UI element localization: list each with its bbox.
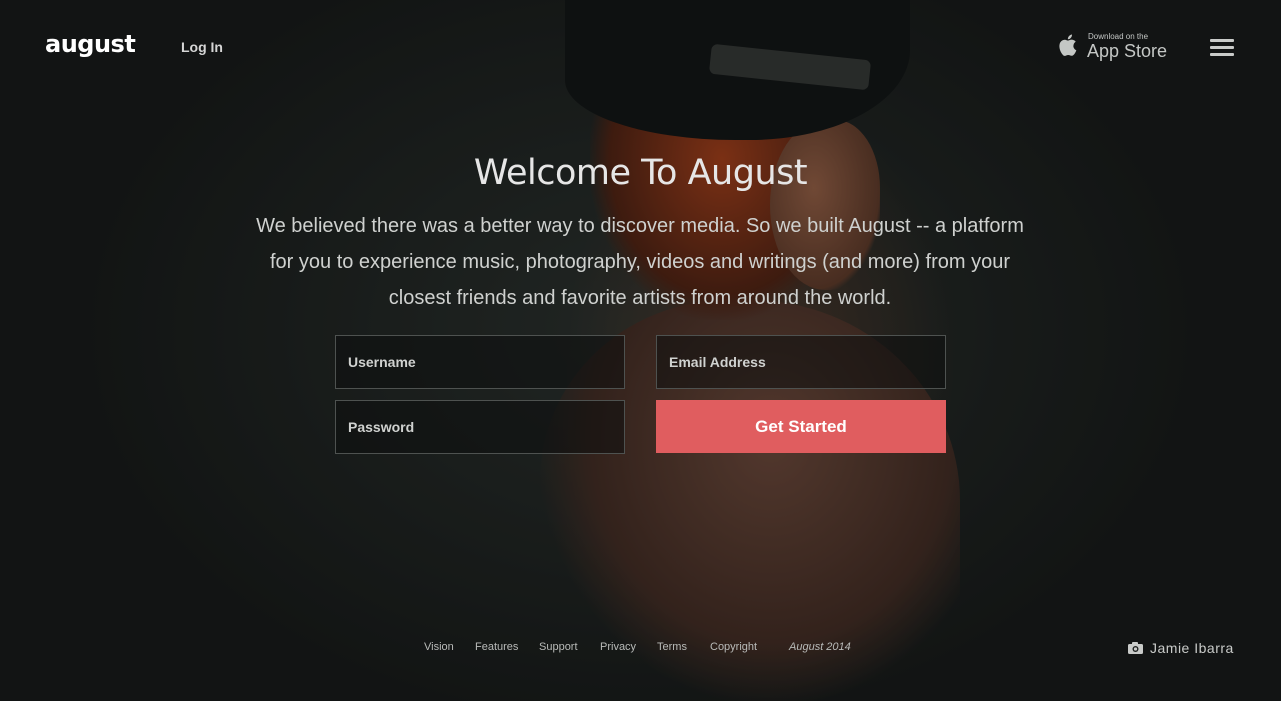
footer-link-vision[interactable]: Vision	[424, 641, 454, 653]
footer-link-terms[interactable]: Terms	[657, 641, 687, 653]
background-overlay	[0, 0, 1281, 701]
hero-title: Welcome To August	[473, 153, 808, 193]
footer-link-copyright[interactable]: Copyright	[710, 641, 757, 653]
menu-bar	[1210, 46, 1234, 49]
hamburger-menu-icon[interactable]	[1210, 39, 1234, 57]
brand-logo[interactable]: august	[45, 30, 136, 58]
camera-icon	[1128, 642, 1143, 654]
hero-description: We believed there was a better way to di…	[256, 215, 1024, 309]
get-started-button[interactable]: Get Started	[656, 400, 946, 453]
footer-link-features[interactable]: Features	[475, 641, 518, 653]
password-input[interactable]	[335, 400, 625, 454]
appstore-big-text: App Store	[1087, 41, 1168, 61]
username-input[interactable]	[335, 335, 625, 389]
menu-bar	[1210, 39, 1234, 42]
menu-bar	[1210, 53, 1234, 56]
appstore-small-text: Download on the	[1088, 32, 1149, 41]
apple-icon	[1059, 34, 1077, 56]
login-link[interactable]: Log In	[181, 39, 223, 55]
email-input[interactable]	[656, 335, 946, 389]
footer-year: August 2014	[789, 641, 851, 653]
appstore-badge[interactable]: Download on the App Store	[1058, 30, 1168, 64]
photo-credit-name: Jamie Ibarra	[1150, 640, 1234, 656]
footer-nav: Vision Features Support Privacy Terms Co…	[0, 641, 1281, 661]
footer-link-privacy[interactable]: Privacy	[600, 641, 636, 653]
footer-link-support[interactable]: Support	[539, 641, 578, 653]
photo-credit[interactable]: Jamie Ibarra	[1128, 640, 1234, 656]
